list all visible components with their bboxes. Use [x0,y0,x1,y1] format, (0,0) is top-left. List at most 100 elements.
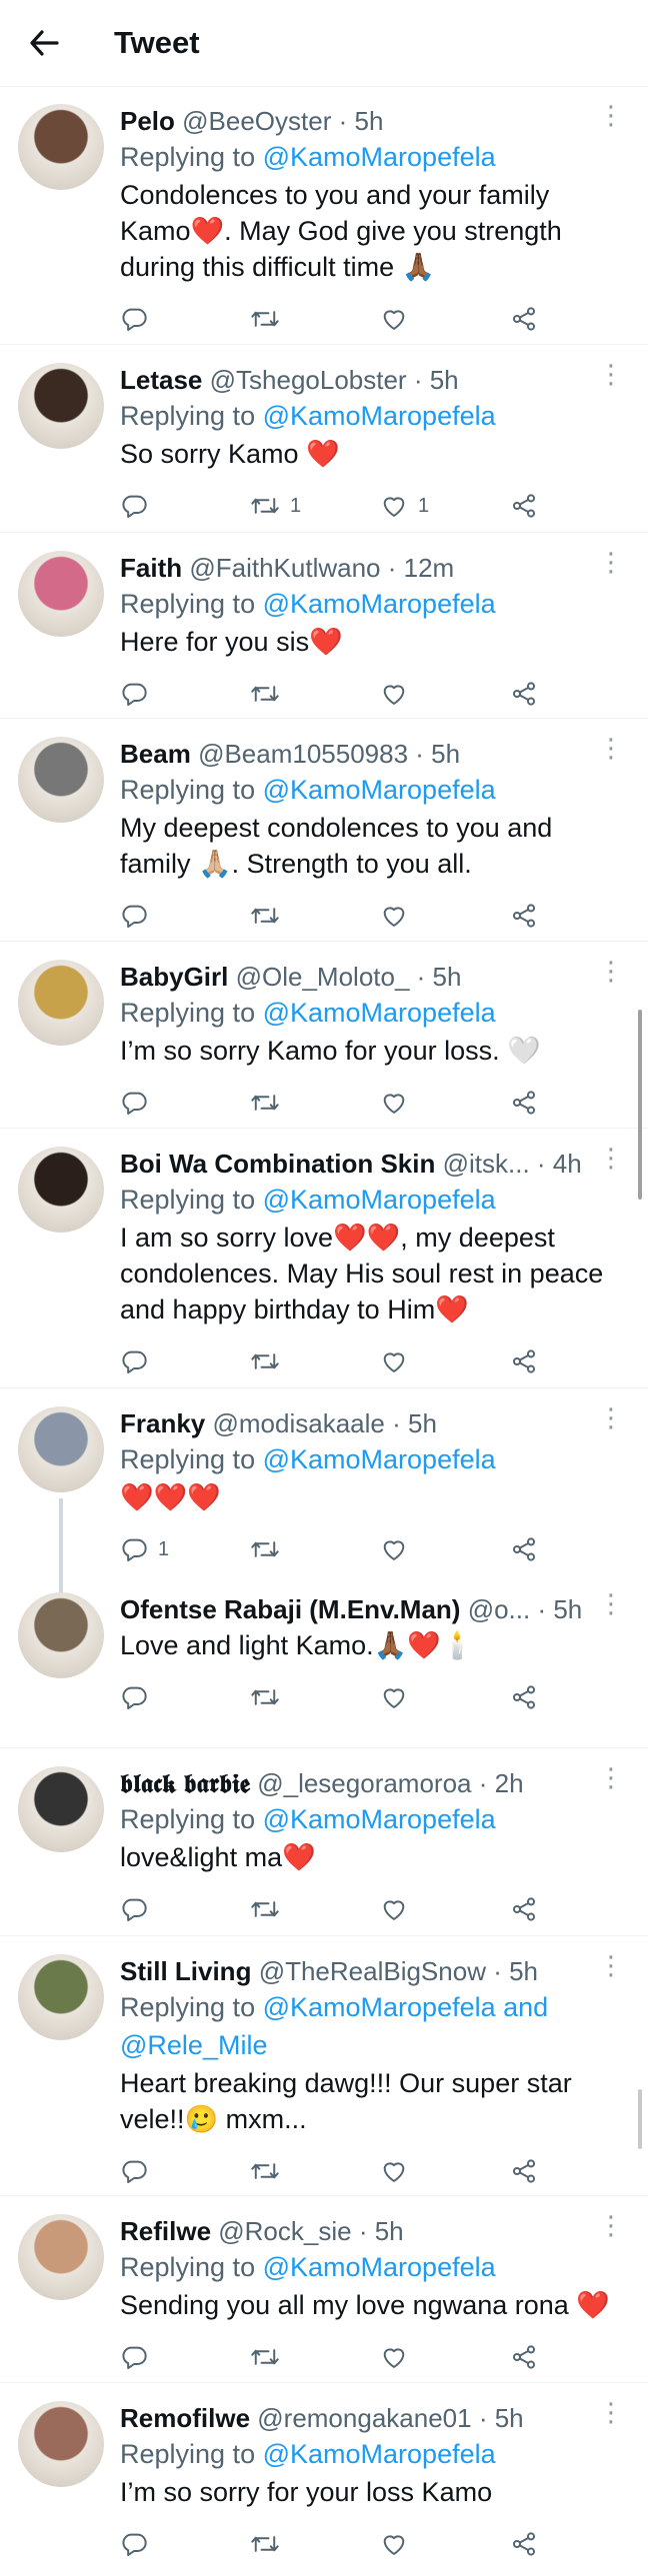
more-options-icon[interactable]: ⋮ [598,359,624,390]
tweet[interactable]: ⋮ Refilwe @Rock_sie · 5h Replying to @Ka… [0,2196,648,2383]
author-handle[interactable]: @modisakaale [213,1408,385,1438]
like-button[interactable] [380,2157,510,2185]
tweet[interactable]: ⋮ Faith @FaithKutlwano · 12m Replying to… [0,533,648,719]
timestamp[interactable]: · 5h [359,2216,404,2246]
timestamp[interactable]: · 5h [339,106,384,136]
mention-link[interactable]: @KamoMaropefela [263,1185,496,1215]
reply-button[interactable] [120,1683,250,1711]
author-name[interactable]: Beam [120,739,191,769]
tweet[interactable]: ⋮ Boi Wa Combination Skin @itsk... · 4h … [0,1129,648,1388]
like-button[interactable] [380,305,510,333]
more-options-icon[interactable]: ⋮ [598,1402,624,1433]
retweet-button[interactable]: 1 [250,492,380,520]
share-button[interactable] [510,1089,570,1117]
retweet-button[interactable] [250,680,380,708]
share-button[interactable] [510,1347,570,1375]
author-handle[interactable]: @FaithKutlwano [189,553,380,583]
like-button[interactable]: 1 [380,492,510,520]
timestamp[interactable]: · 12m [388,553,454,583]
author-name[interactable]: Franky [120,1408,205,1438]
timestamp[interactable]: · 4h [537,1149,582,1179]
reply-button[interactable] [120,902,250,930]
avatar[interactable] [18,1147,104,1233]
timestamp[interactable]: · 5h [414,365,459,395]
avatar[interactable] [18,737,104,823]
timestamp[interactable]: · 2h [479,1768,524,1798]
mention-link[interactable]: @KamoMaropefela [263,2252,496,2282]
tweet[interactable]: ⋮ Still Living @TheRealBigSnow · 5h Repl… [0,1936,648,2196]
like-button[interactable] [380,902,510,930]
retweet-button[interactable] [250,1347,380,1375]
timestamp[interactable]: · 5h [417,962,462,992]
mention-link[interactable]: @KamoMaropefela [263,1444,496,1474]
retweet-button[interactable] [250,2530,380,2558]
reply-button[interactable] [120,2157,250,2185]
reply-button[interactable] [120,492,250,520]
like-button[interactable] [380,2530,510,2558]
author-handle[interactable]: @Rock_sie [218,2216,351,2246]
share-button[interactable] [510,305,570,333]
author-name[interactable]: Pelo [120,106,175,136]
like-button[interactable] [380,1347,510,1375]
back-button[interactable] [18,17,70,69]
author-handle[interactable]: @_lesegoramoroa [257,1768,471,1798]
reply-button[interactable] [120,1895,250,1923]
share-button[interactable] [510,1895,570,1923]
author-handle[interactable]: @o... [468,1594,531,1624]
author-name[interactable]: Boi Wa Combination Skin [120,1149,435,1179]
tweet[interactable]: ⋮ Beam @Beam10550983 · 5h Replying to @K… [0,719,648,942]
share-button[interactable] [510,2530,570,2558]
retweet-button[interactable] [250,2343,380,2371]
retweet-button[interactable] [250,1089,380,1117]
reply-button[interactable] [120,680,250,708]
share-button[interactable] [510,902,570,930]
timestamp[interactable]: · 5h [537,1594,582,1624]
tweet[interactable]: ⋮ Pelo @BeeOyster · 5h Replying to @Kamo… [0,86,648,345]
like-button[interactable] [380,1535,510,1563]
reply-button[interactable] [120,1089,250,1117]
retweet-button[interactable] [250,1683,380,1711]
tweet[interactable]: ⋮ Remofilwe @remongakane01 · 5h Replying… [0,2383,648,2563]
author-handle[interactable]: @remongakane01 [257,2403,471,2433]
timestamp[interactable]: · 5h [479,2403,524,2433]
retweet-button[interactable] [250,305,380,333]
author-name[interactable]: Refilwe [120,2216,211,2246]
like-button[interactable] [380,1683,510,1711]
tweet[interactable]: ⋮ BabyGirl @Ole_Moloto_ · 5h Replying to… [0,942,648,1129]
more-options-icon[interactable]: ⋮ [598,1762,624,1793]
more-options-icon[interactable]: ⋮ [598,1588,624,1619]
more-options-icon[interactable]: ⋮ [598,956,624,987]
tweet[interactable]: ⋮ Franky @modisakaale · 5h Replying to @… [0,1388,648,1598]
scrollbar[interactable] [638,1010,642,1200]
author-name[interactable]: Faith [120,553,182,583]
mention-link[interactable]: @KamoMaropefela [263,775,496,805]
more-options-icon[interactable]: ⋮ [598,547,624,578]
more-options-icon[interactable]: ⋮ [598,1950,624,1981]
retweet-button[interactable] [250,902,380,930]
retweet-button[interactable] [250,1895,380,1923]
tweet[interactable]: ⋮ 𝖇𝖑𝖆𝖈𝖐 𝖇𝖆𝖗𝖇𝖎𝖊 @_lesegoramoroa · 2h Repl… [0,1748,648,1936]
more-options-icon[interactable]: ⋮ [598,2397,624,2428]
reply-button[interactable] [120,305,250,333]
author-name[interactable]: Remofilwe [120,2403,250,2433]
share-button[interactable] [510,492,570,520]
retweet-button[interactable] [250,1535,380,1563]
avatar[interactable] [18,1406,104,1492]
avatar[interactable] [18,1954,104,2040]
share-button[interactable] [510,1535,570,1563]
like-button[interactable] [380,1089,510,1117]
mention-link[interactable]: @KamoMaropefela [263,2439,496,2469]
more-options-icon[interactable]: ⋮ [598,1143,624,1174]
reply-button[interactable] [120,2343,250,2371]
share-button[interactable] [510,1683,570,1711]
reply-button[interactable] [120,1347,250,1375]
timestamp[interactable]: · 5h [415,739,460,769]
mention-link[interactable]: @KamoMaropefela [263,1804,496,1834]
author-handle[interactable]: @itsk... [443,1149,530,1179]
retweet-button[interactable] [250,2157,380,2185]
reply-button[interactable] [120,2530,250,2558]
author-handle[interactable]: @Ole_Moloto_ [236,962,410,992]
avatar[interactable] [18,363,104,449]
avatar[interactable] [18,104,104,190]
author-name[interactable]: Ofentse Rabaji (M.Env.Man) [120,1594,460,1624]
